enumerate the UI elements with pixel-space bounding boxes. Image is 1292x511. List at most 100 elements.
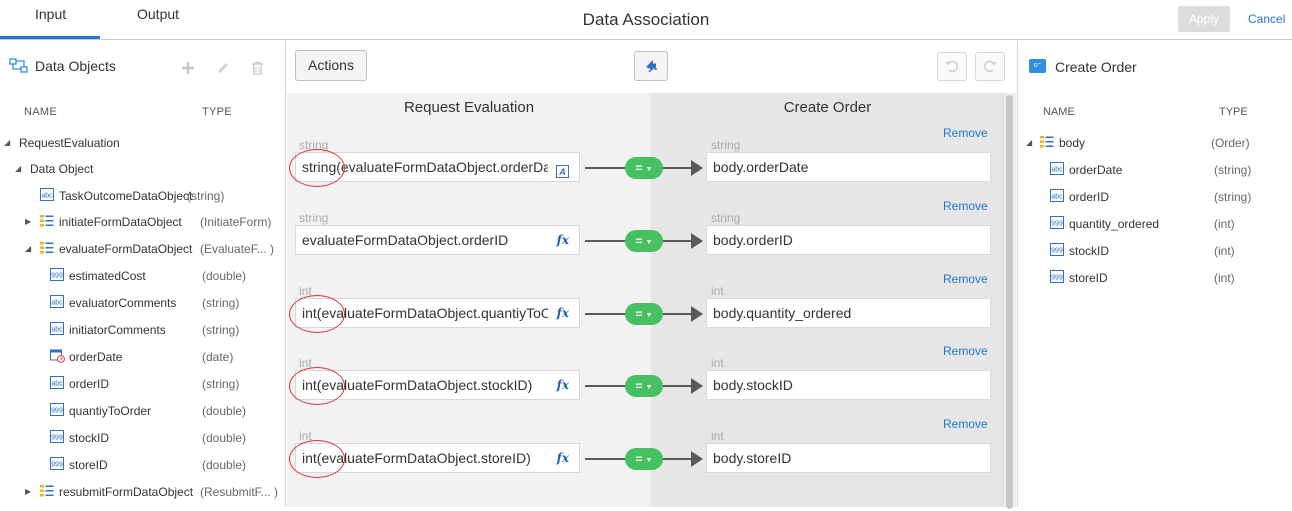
- target-tree-item-label: orderDate: [1069, 163, 1123, 177]
- tree-item-type: (ResubmitF... ): [200, 485, 279, 499]
- mapping-panel: Actions Request Evaluation Create Order …: [287, 41, 1016, 509]
- data-objects-title: Data Objects: [35, 58, 116, 74]
- column-header-name: NAME: [1043, 106, 1075, 118]
- expression-builder-icon[interactable]: fx: [557, 444, 569, 472]
- apply-button[interactable]: Apply: [1178, 6, 1230, 32]
- remove-mapping-link[interactable]: Remove: [943, 272, 988, 286]
- target-expression-field[interactable]: body.quantity_ordered: [706, 298, 991, 328]
- target-tree-item[interactable]: 999 stockID (int): [1018, 243, 1292, 270]
- mapping-operator-button[interactable]: = ▼: [625, 157, 663, 179]
- delete-icon[interactable]: [251, 61, 264, 75]
- arrow-icon: [691, 306, 703, 322]
- auto-map-button[interactable]: [634, 51, 668, 81]
- cancel-button[interactable]: Cancel: [1248, 12, 1285, 26]
- add-icon[interactable]: [181, 61, 195, 75]
- tree-item[interactable]: ◢ evaluateFormDataObject (EvaluateF... ): [0, 242, 286, 268]
- object-type-icon: [1040, 135, 1054, 148]
- actions-button[interactable]: Actions: [295, 50, 367, 81]
- tree-item[interactable]: 999 stockID (double): [0, 430, 286, 457]
- expression-builder-icon[interactable]: fx: [557, 371, 569, 399]
- number-type-icon: 999: [1050, 243, 1064, 256]
- mapping-operator-label: =: [635, 452, 643, 466]
- arrow-icon: [691, 233, 703, 249]
- target-expression-field[interactable]: body.storeID: [706, 443, 991, 473]
- tree-item-type: (double): [202, 404, 247, 418]
- expand-arrow-icon[interactable]: ▶: [25, 487, 31, 496]
- target-expression-field[interactable]: body.orderID: [706, 225, 991, 255]
- date-format-icon[interactable]: A: [556, 160, 569, 181]
- mapping-operator-button[interactable]: = ▼: [625, 303, 663, 325]
- target-type-label: int: [711, 356, 724, 370]
- mapping-operator-button[interactable]: = ▼: [625, 448, 663, 470]
- remove-mapping-link[interactable]: Remove: [943, 344, 988, 358]
- tree-item-label: resubmitFormDataObject: [59, 485, 194, 499]
- tree-item[interactable]: 999 storeID (double): [0, 457, 286, 484]
- target-tree-item[interactable]: abc orderID (string): [1018, 189, 1292, 216]
- target-tree-item[interactable]: 999 storeID (int): [1018, 270, 1292, 297]
- tree-item[interactable]: ◢ RequestEvaluation: [0, 136, 286, 162]
- tree-item[interactable]: abc initiatorComments (string): [0, 322, 286, 349]
- redo-button[interactable]: [975, 52, 1005, 81]
- chevron-down-icon: ▼: [645, 239, 653, 246]
- target-expression-field[interactable]: body.orderDate: [706, 152, 991, 182]
- tree-item[interactable]: ◢ Data Object: [0, 162, 286, 188]
- collapse-arrow-icon[interactable]: ◢: [15, 164, 21, 173]
- target-expression-field[interactable]: body.stockID: [706, 370, 991, 400]
- string-type-icon: abc: [1050, 162, 1064, 175]
- object-type-icon: [40, 484, 54, 497]
- svg-text:abc: abc: [51, 380, 63, 387]
- target-panel: o⁼ Create Order NAME TYPE ◢ body (Order) ab…: [1017, 41, 1292, 507]
- remove-mapping-link[interactable]: Remove: [943, 417, 988, 431]
- svg-text:abc: abc: [51, 326, 63, 333]
- target-type-label: int: [711, 284, 724, 298]
- tree-item-label: evaluateFormDataObject: [59, 242, 193, 256]
- edit-icon[interactable]: [216, 61, 230, 75]
- target-tree-item-type: (Order): [1211, 136, 1250, 150]
- source-expression-field[interactable]: evaluateFormDataObject.orderID fx: [295, 225, 580, 255]
- tree-item-type: (string): [187, 189, 225, 203]
- tree-item[interactable]: abc evaluatorComments (string): [0, 295, 286, 322]
- target-tree-item[interactable]: 999 quantity_ordered (int): [1018, 216, 1292, 243]
- svg-text:abc: abc: [51, 299, 63, 306]
- target-tree-item-label: quantity_ordered: [1069, 217, 1160, 231]
- svg-text:abc: abc: [1051, 193, 1063, 200]
- tree-item-type: (string): [202, 323, 240, 337]
- target-tree-item-type: (int): [1214, 217, 1235, 231]
- string-type-icon: abc: [1050, 189, 1064, 202]
- tree-item[interactable]: abc orderID (string): [0, 376, 286, 403]
- target-tree-item[interactable]: ◢ body (Order): [1018, 136, 1292, 162]
- tree-item[interactable]: abc TaskOutcomeDataObject (string): [0, 188, 286, 215]
- collapse-arrow-icon[interactable]: ◢: [4, 138, 10, 147]
- tree-item[interactable]: 999 estimatedCost (double): [0, 268, 286, 295]
- svg-text:999: 999: [51, 407, 63, 414]
- tree-item[interactable]: 999 quantiyToOrder (double): [0, 403, 286, 430]
- tree-item[interactable]: ▶ resubmitFormDataObject (ResubmitF... ): [0, 485, 286, 511]
- tree-item-label: evaluatorComments: [69, 296, 177, 310]
- remove-mapping-link[interactable]: Remove: [943, 199, 988, 213]
- tree-item-label: stockID: [69, 431, 110, 445]
- undo-button[interactable]: [937, 52, 967, 81]
- active-tab-indicator: [0, 36, 100, 39]
- mapping-operator-button[interactable]: = ▼: [625, 375, 663, 397]
- tree-item[interactable]: ▶ initiateFormDataObject (InitiateForm): [0, 215, 286, 241]
- svg-text:999: 999: [1051, 274, 1063, 281]
- tree-item-label: initiateFormDataObject: [59, 215, 182, 229]
- expression-builder-icon[interactable]: fx: [557, 299, 569, 327]
- arrow-icon: [691, 378, 703, 394]
- tree-item-label: estimatedCost: [69, 269, 146, 283]
- mapping-operator-button[interactable]: = ▼: [625, 230, 663, 252]
- tree-item-label: storeID: [69, 458, 108, 472]
- collapse-arrow-icon[interactable]: ◢: [1026, 138, 1032, 147]
- remove-mapping-link[interactable]: Remove: [943, 126, 988, 140]
- collapse-arrow-icon[interactable]: ◢: [25, 244, 31, 253]
- target-tree-item[interactable]: abc orderDate (string): [1018, 162, 1292, 189]
- tree-item[interactable]: orderDate (date): [0, 349, 286, 376]
- svg-text:abc: abc: [41, 192, 53, 199]
- column-header-type: TYPE: [202, 106, 232, 118]
- expression-builder-icon[interactable]: fx: [557, 226, 569, 254]
- expand-arrow-icon[interactable]: ▶: [25, 217, 31, 226]
- scrollbar-thumb[interactable]: [1006, 95, 1013, 509]
- svg-text:999: 999: [51, 434, 63, 441]
- annotation-circle: [289, 367, 345, 405]
- top-bar: Input Output Data Association Apply Canc…: [0, 0, 1292, 40]
